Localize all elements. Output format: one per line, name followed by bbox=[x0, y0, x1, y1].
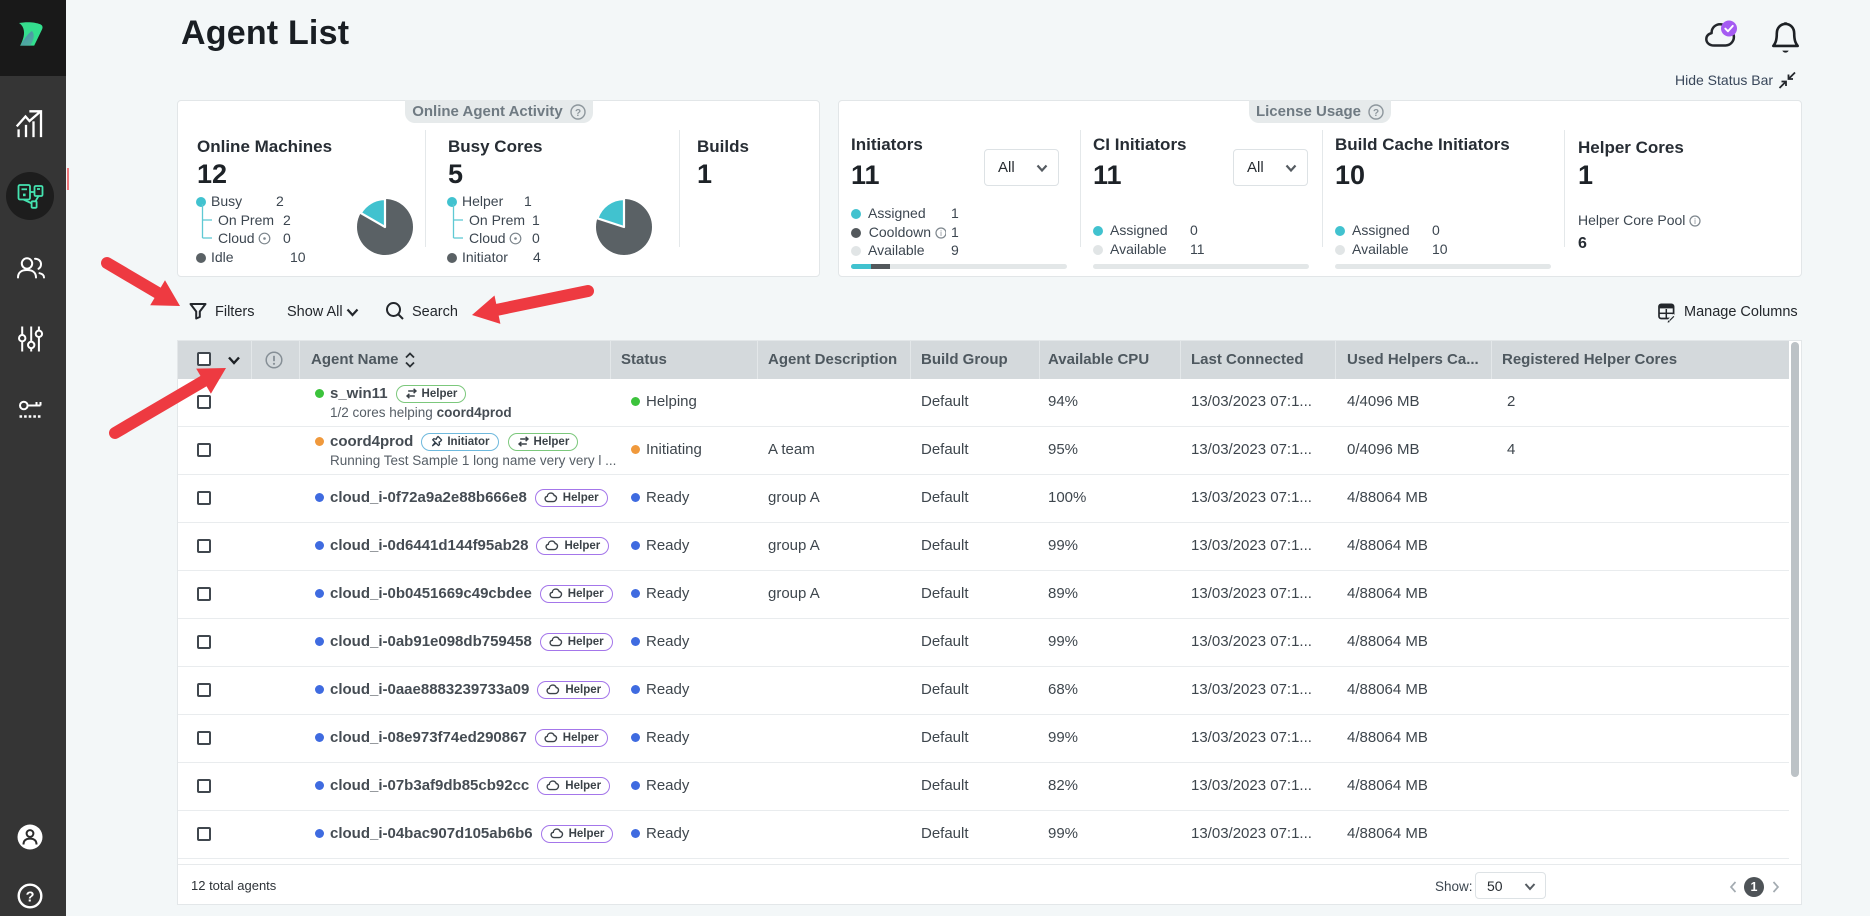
svg-text:?: ? bbox=[1373, 108, 1379, 119]
svg-text:?: ? bbox=[575, 108, 581, 119]
svg-text:i: i bbox=[940, 229, 942, 238]
svg-text:i: i bbox=[1694, 217, 1696, 226]
svg-text:?: ? bbox=[26, 890, 35, 906]
